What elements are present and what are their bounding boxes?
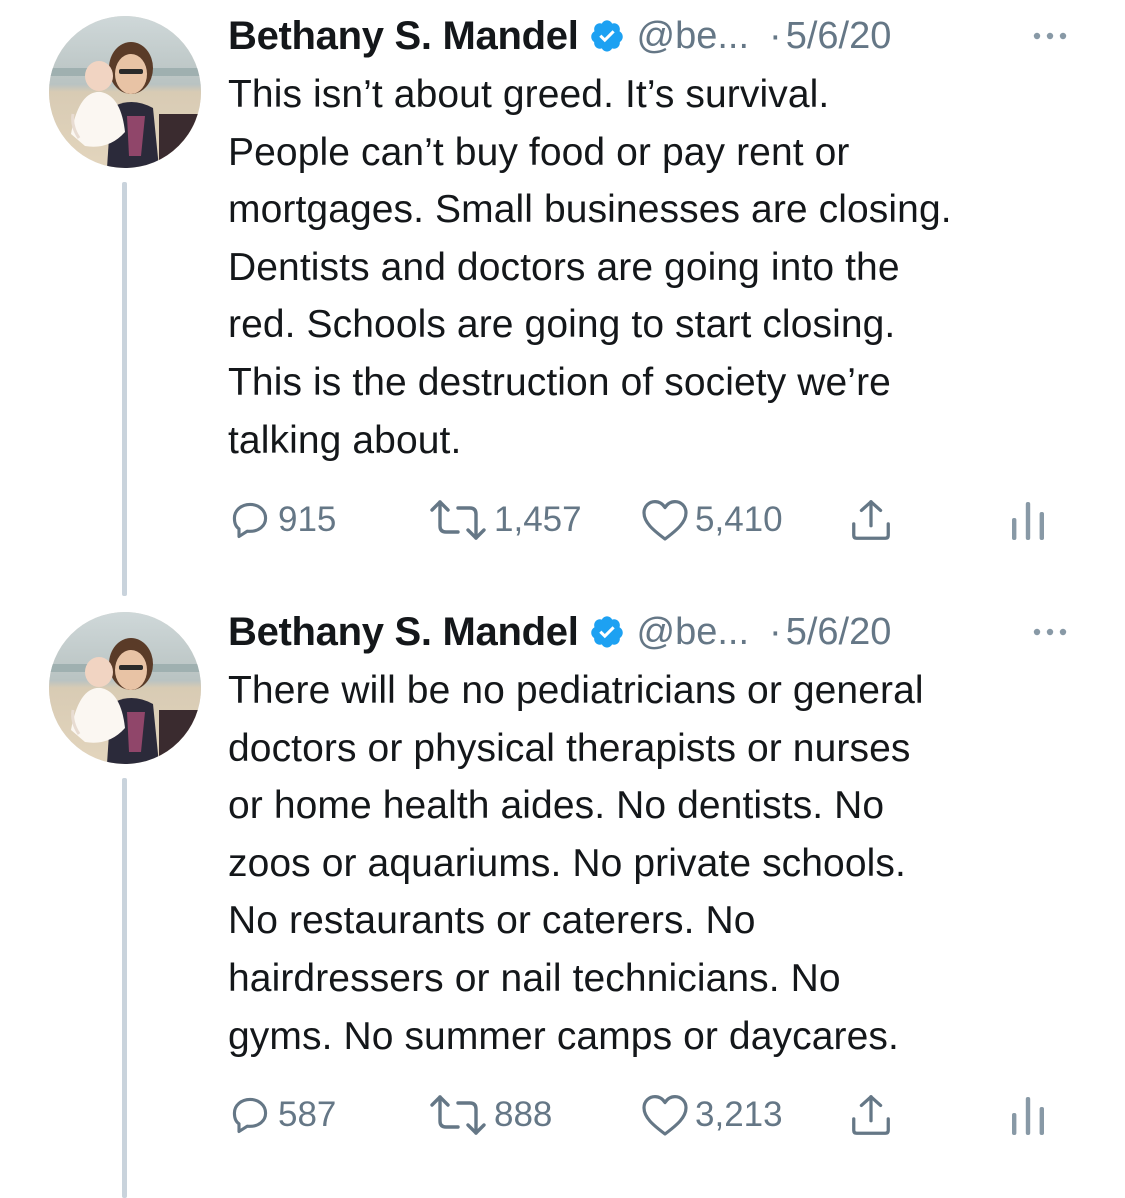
separator-dot: · [769, 14, 782, 57]
reply-icon [232, 1097, 268, 1134]
like-count: 5,410 [695, 500, 783, 539]
tweet-text-line: red. Schools are going to start closing. [228, 303, 896, 347]
tweet-text-line: hairdressers or nail technicians. No [228, 956, 841, 1000]
analytics-button[interactable] [1008, 1090, 1048, 1140]
more-options-icon[interactable] [1030, 622, 1070, 642]
share-button[interactable] [848, 1090, 894, 1140]
tweet-text-line: zoos or aquariums. No private schools. [228, 841, 906, 885]
reply-count: 915 [278, 500, 337, 539]
tweet-text-line: There will be no pediatricians or genera… [228, 669, 924, 712]
reply-count: 587 [278, 1095, 337, 1134]
thread-connector-line [122, 778, 127, 1198]
tweet-text-line: People can’t buy food or pay rent or [228, 130, 850, 174]
tweet-header: Bethany S. Mandel @be... · 5/6/20 [228, 606, 1088, 658]
reply-button[interactable]: 915 [228, 495, 336, 545]
avatar[interactable] [49, 16, 201, 168]
author-handle[interactable]: @be... [637, 611, 750, 654]
tweet-actions: 915 1,457 5,410 [228, 495, 1088, 545]
heart-icon [642, 500, 688, 541]
retweet-icon [430, 500, 486, 540]
tweet[interactable]: Bethany S. Mandel @be... · 5/6/20 [0, 596, 1100, 1198]
tweet-content: Bethany S. Mandel @be... · 5/6/20 [228, 606, 1088, 1065]
retweet-button[interactable]: 1,457 [428, 495, 582, 545]
tweet-text-line: This is the destruction of society we’re [228, 360, 891, 404]
analytics-icon [1012, 502, 1044, 540]
heart-icon [642, 1095, 688, 1136]
like-button[interactable]: 3,213 [641, 1090, 783, 1140]
author-name[interactable]: Bethany S. Mandel [228, 14, 579, 59]
tweet-text-line: Dentists and doctors are going into the [228, 245, 900, 289]
more-options-icon[interactable] [1030, 26, 1070, 46]
tweet-date[interactable]: 5/6/20 [786, 611, 892, 654]
reply-icon [232, 502, 268, 539]
tweet-text-line: or home health aides. No dentists. No [228, 784, 885, 828]
like-count: 3,213 [695, 1095, 783, 1134]
tweet-text-line: doctors or physical therapists or nurses [228, 726, 911, 770]
analytics-icon [1012, 1097, 1044, 1135]
retweet-icon [430, 1095, 486, 1135]
tweet-text: This isn’t about greed. It’s survival. P… [228, 66, 1088, 469]
tweet-text-line: mortgages. Small businesses are closing. [228, 188, 952, 232]
retweet-count: 888 [494, 1095, 553, 1134]
verified-badge-icon [589, 614, 625, 650]
avatar[interactable] [49, 612, 201, 764]
retweet-button[interactable]: 888 [428, 1090, 552, 1140]
like-button[interactable]: 5,410 [641, 495, 783, 545]
tweet-actions: 587 888 3,213 [228, 1090, 1088, 1140]
tweet-text: There will be no pediatricians or genera… [228, 662, 1088, 1065]
share-icon [852, 500, 890, 540]
tweet-text-line: No restaurants or caterers. No [228, 899, 756, 943]
share-icon [852, 1095, 890, 1135]
reply-button[interactable]: 587 [228, 1090, 336, 1140]
thread-connector-line [122, 182, 127, 596]
tweet-content: Bethany S. Mandel @be... · 5/6/20 [228, 10, 1088, 469]
separator-dot: · [769, 610, 782, 653]
tweet-text-line: talking about. [228, 418, 462, 462]
verified-badge-icon [589, 18, 625, 54]
tweet-thread: Bethany S. Mandel @be... · 5/6/20 This i… [0, 0, 1125, 1198]
author-handle[interactable]: @be... [637, 15, 750, 58]
tweet-header: Bethany S. Mandel @be... · 5/6/20 [228, 10, 1088, 62]
share-button[interactable] [848, 495, 894, 545]
tweet-date[interactable]: 5/6/20 [786, 15, 892, 58]
tweet-text-line: gyms. No summer camps or daycares. [228, 1014, 899, 1058]
retweet-count: 1,457 [494, 500, 582, 539]
tweet[interactable]: Bethany S. Mandel @be... · 5/6/20 [0, 0, 1100, 596]
tweet-text-line: This isn’t about greed. It’s survival. [228, 73, 830, 116]
analytics-button[interactable] [1008, 495, 1048, 545]
author-name[interactable]: Bethany S. Mandel [228, 610, 579, 655]
